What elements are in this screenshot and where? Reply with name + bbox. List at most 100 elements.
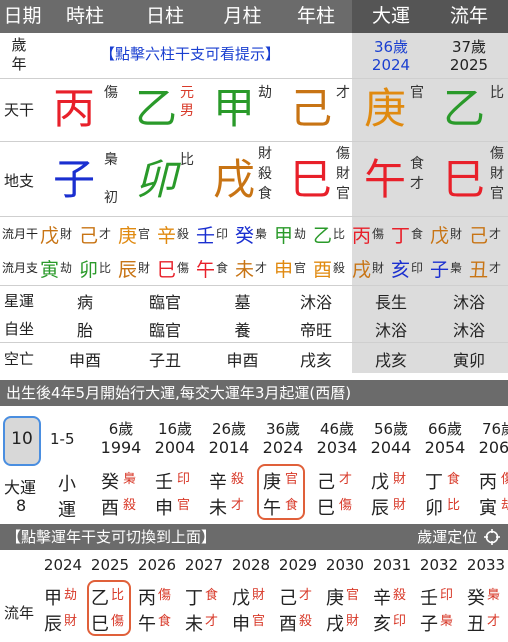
month-branch-hidden-2: 食	[258, 186, 272, 202]
liunian-stem[interactable]: 乙	[443, 85, 485, 133]
year-branch-hidden-0: 傷	[336, 146, 350, 162]
dayun-gan[interactable]: 丙	[479, 468, 497, 494]
liuyue-gan-char[interactable]: 戊	[40, 221, 59, 248]
liuyue-zhi-char[interactable]: 午	[196, 255, 215, 282]
liuyue-gan-char[interactable]: 癸	[235, 221, 254, 248]
liuyue-zhi-char[interactable]: 寅	[40, 255, 59, 282]
pillar-hint-link[interactable]: 【點擊六柱干支可看提示】	[100, 43, 280, 64]
liunian-gan[interactable]: 己	[279, 584, 297, 610]
liuyue-zhi-char[interactable]: 巳	[157, 255, 176, 282]
dayun-gan[interactable]: 辛	[209, 468, 227, 494]
liuyue-gan-god: 財	[450, 227, 463, 241]
liunian-zhi[interactable]: 申	[232, 610, 250, 636]
liunian-switch-hint[interactable]: 【點擊運年干支可切換到上面】	[6, 528, 216, 546]
liuyue-gan-char[interactable]: 壬	[196, 221, 215, 248]
liuyue-gan-char[interactable]: 辛	[157, 221, 176, 248]
header-col-day: 日柱	[145, 5, 184, 27]
dayun-zhi-god: 財	[393, 498, 407, 513]
month-stem[interactable]: 甲	[213, 85, 255, 133]
liunian-zhi[interactable]: 酉	[279, 610, 297, 636]
dayun-range[interactable]: 1-5	[50, 430, 75, 448]
liunian-zhi-god: 梟	[440, 614, 454, 629]
dayun-zhi[interactable]: 卯	[425, 494, 443, 520]
month-branch[interactable]: 戌	[213, 156, 255, 204]
xingyun-month: 墓	[234, 293, 251, 312]
year-branch[interactable]: 巳	[290, 156, 332, 204]
liuyue-zhi-char[interactable]: 申	[274, 255, 293, 282]
liunian-zhi[interactable]: 子	[420, 610, 438, 636]
header-col-month: 月柱	[223, 5, 262, 27]
liunian-gan[interactable]: 庚	[326, 584, 344, 610]
dayun-year: 2064	[478, 438, 508, 457]
liuyue-gan-char[interactable]: 丙	[352, 221, 371, 248]
liuyue-zhi-char[interactable]: 辰	[118, 255, 137, 282]
liuyue-gan-char[interactable]: 丁	[391, 221, 410, 248]
dayun-gan[interactable]: 癸	[101, 468, 119, 494]
liuyue-gan-row: 流月干 戊財己才庚官辛殺壬印癸梟甲劫乙比丙傷丁食戊財己才	[0, 217, 508, 251]
liunian-gan[interactable]: 戊	[232, 584, 250, 610]
dayun-age: 66歲	[427, 420, 463, 438]
kongwang-liunian: 寅卯	[452, 351, 485, 370]
liunian-gan[interactable]: 丁	[185, 584, 203, 610]
liuyue-zhi-char[interactable]: 戌	[352, 255, 371, 282]
xiaoyun-label-bottom[interactable]: 運	[58, 496, 76, 522]
xiaoyun-label-top[interactable]: 小	[58, 470, 76, 496]
age-row-label: 歲年	[11, 36, 27, 73]
liunian-zhi[interactable]: 未	[185, 610, 203, 636]
dayun-zhi[interactable]: 未	[209, 494, 227, 520]
liuyue-gan-label: 流月干	[2, 227, 39, 241]
liunian-zhi[interactable]: 辰	[44, 610, 62, 636]
dayun-gan[interactable]: 己	[317, 468, 335, 494]
locate-button[interactable]: 歲運定位	[417, 524, 500, 550]
liuyue-gan-char[interactable]: 乙	[313, 221, 332, 248]
liunian-gan[interactable]: 癸	[467, 584, 485, 610]
year-stem-god: 才	[336, 85, 350, 101]
liunian-current-box[interactable]	[87, 580, 131, 636]
dayun-age: 76歲	[481, 420, 508, 438]
liunian-zhi[interactable]: 丑	[467, 610, 485, 636]
year-stem[interactable]: 己	[290, 85, 332, 133]
day-stem[interactable]: 乙	[135, 85, 177, 133]
liunian-zhi[interactable]: 戌	[326, 610, 344, 636]
dayun-branch[interactable]: 午	[364, 156, 406, 204]
dayun-gan[interactable]: 丁	[425, 468, 443, 494]
dayun-zhi[interactable]: 酉	[101, 494, 119, 520]
liuyue-gan-char[interactable]: 甲	[274, 221, 293, 248]
liuyue-zhi-char[interactable]: 丑	[469, 255, 488, 282]
liuyue-gan-char[interactable]: 庚	[118, 221, 137, 248]
xingyun-dayun: 長生	[374, 293, 407, 312]
liunian-info-bar: 【點擊運年干支可切換到上面】 歲運定位	[0, 524, 508, 550]
hour-stem[interactable]: 丙	[53, 85, 95, 133]
liuyue-gan-char[interactable]: 己	[469, 221, 488, 248]
dayun-zhi[interactable]: 辰	[371, 494, 389, 520]
liuyue-gan-char[interactable]: 己	[79, 221, 98, 248]
liuyue-zhi-char[interactable]: 子	[430, 255, 449, 282]
liunian-gan[interactable]: 壬	[420, 584, 438, 610]
dayun-zhi-god: 殺	[123, 498, 137, 513]
hour-branch[interactable]: 子	[53, 156, 95, 204]
liuyue-zhi-char[interactable]: 未	[235, 255, 254, 282]
liuyue-zhi-char[interactable]: 酉	[313, 255, 332, 282]
liuyue-zhi-char[interactable]: 卯	[79, 255, 98, 282]
liunian-gan[interactable]: 辛	[373, 584, 391, 610]
liunian-gan[interactable]: 丙	[138, 584, 156, 610]
liunian-gan-god: 梟	[487, 588, 501, 603]
dayun-gan-god: 殺	[231, 472, 245, 487]
liunian-zhi[interactable]: 午	[138, 610, 156, 636]
day-branch[interactable]: 卯	[135, 156, 177, 204]
dayun-gan[interactable]: 戊	[371, 468, 389, 494]
dayun-stem[interactable]: 庚	[364, 85, 406, 133]
dayun-zhi[interactable]: 寅	[479, 494, 497, 520]
liuyue-gan-char[interactable]: 戊	[430, 221, 449, 248]
liunian-zhi[interactable]: 亥	[373, 610, 391, 636]
dayun-gan[interactable]: 壬	[155, 468, 173, 494]
dayun-zhi[interactable]: 申	[155, 494, 173, 520]
dayun-zhi[interactable]: 巳	[317, 494, 335, 520]
liunian-gan-god: 殺	[393, 588, 407, 603]
dayun-current-box[interactable]	[257, 464, 305, 520]
dayun-zhi-god: 官	[177, 498, 191, 513]
liunian-branch[interactable]: 巳	[443, 156, 485, 204]
liuyue-zhi-char[interactable]: 亥	[391, 255, 410, 282]
xingyun-hour: 病	[76, 293, 93, 312]
liunian-gan[interactable]: 甲	[44, 584, 62, 610]
